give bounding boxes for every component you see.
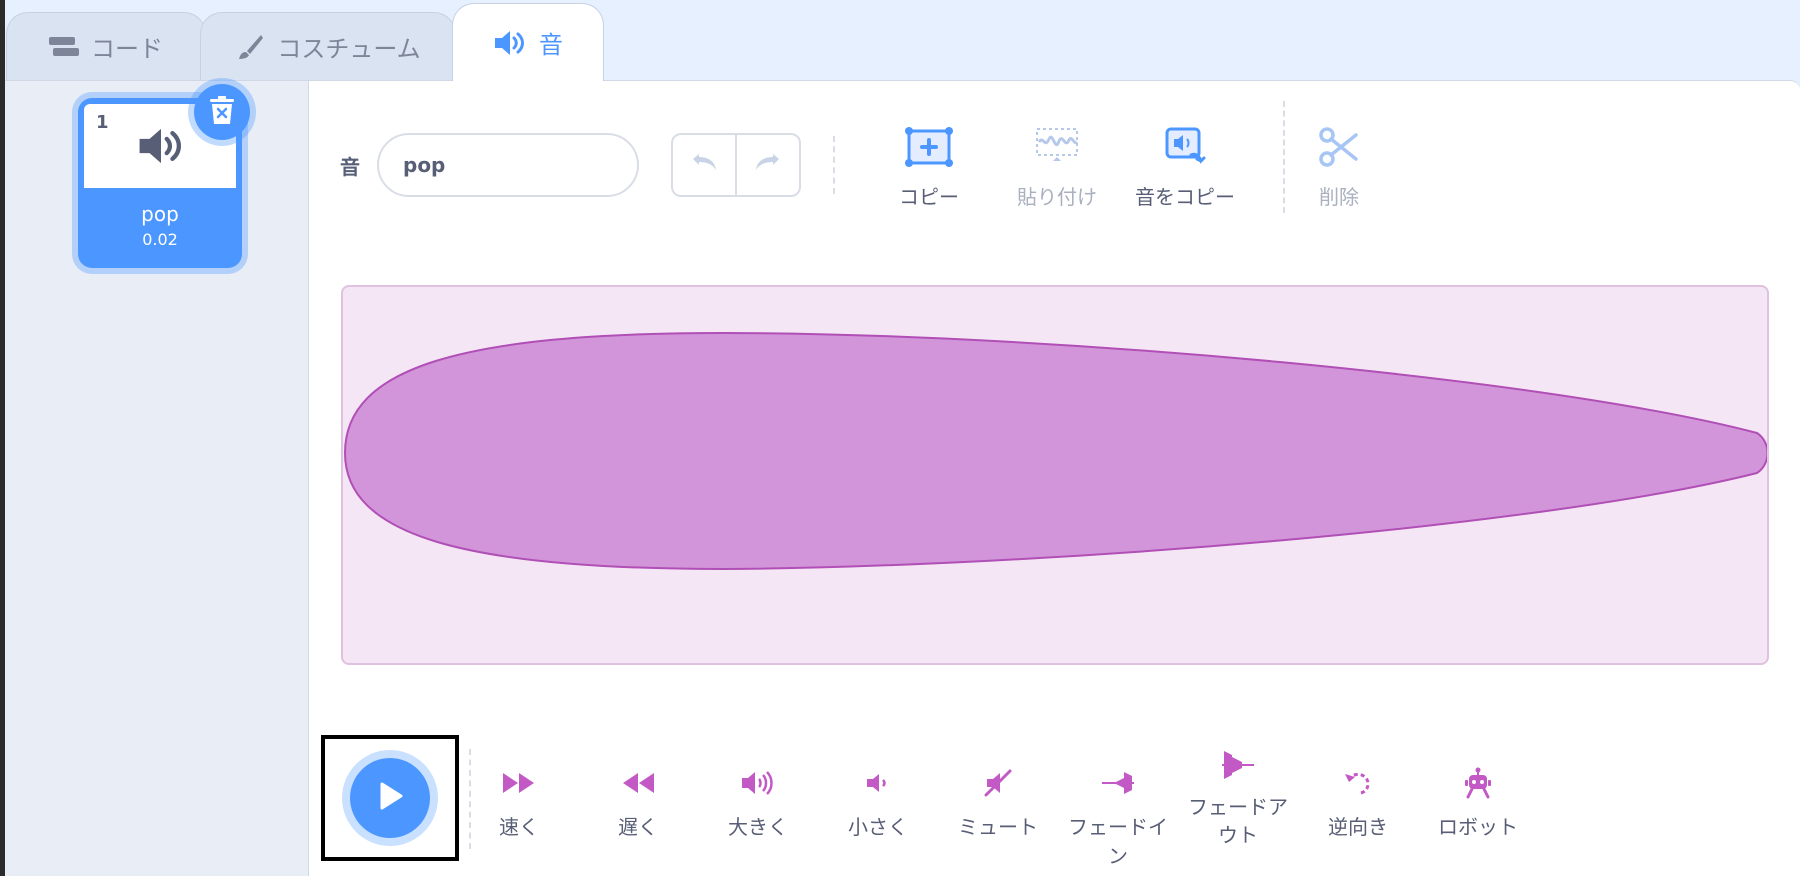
effect-faster-label: 速く (499, 815, 539, 839)
copy-label: コピー (899, 185, 959, 209)
paste-button[interactable]: 貼り付け (992, 125, 1122, 210)
delete-label: 削除 (1319, 185, 1359, 209)
effect-robot-label: ロボット (1438, 815, 1518, 839)
brush-icon (235, 32, 265, 62)
copy-button[interactable]: コピー (864, 125, 994, 210)
effect-fade-out-button[interactable]: フェードアウト (1179, 745, 1297, 849)
redo-button[interactable] (735, 135, 799, 195)
paste-label: 貼り付け (1017, 185, 1097, 209)
speaker-icon (136, 126, 186, 170)
effect-reverse-button[interactable]: 逆向き (1299, 763, 1417, 840)
tab-costumes-label: コスチューム (277, 35, 421, 63)
effect-faster-button[interactable]: 速く (460, 763, 578, 840)
effect-fade-in-button[interactable]: フェードイン (1059, 763, 1177, 869)
effect-softer-label: 小さく (848, 815, 908, 839)
code-icon (49, 35, 79, 59)
tab-code[interactable]: コード (6, 12, 206, 80)
sound-name-input[interactable] (377, 133, 639, 197)
effect-robot-button[interactable]: ロボット (1419, 763, 1537, 840)
paste-icon (1033, 127, 1081, 172)
play-button[interactable] (350, 758, 430, 838)
copy-to-new-icon (1161, 125, 1209, 174)
fade-in-icon (1100, 768, 1136, 803)
toolbar-divider (833, 136, 835, 194)
sound-editor: 音 コピー 貼り付け 音をコピー (308, 80, 1800, 876)
effect-softer-button[interactable]: 小さく (819, 763, 937, 840)
waveform-display[interactable] (341, 285, 1769, 665)
effect-mute-label: ミュート (958, 815, 1038, 839)
copy-to-new-button[interactable]: 音をコピー (1120, 125, 1250, 210)
delete-sound-button[interactable] (194, 84, 250, 140)
undo-button[interactable] (673, 135, 735, 195)
effect-fade-in-label: フェードイン (1068, 815, 1168, 868)
effect-slower-label: 遅く (618, 815, 658, 839)
copy-to-new-label: 音をコピー (1135, 185, 1235, 209)
louder-icon (740, 769, 776, 802)
tab-code-label: コード (91, 35, 163, 63)
tab-costumes[interactable]: コスチューム (200, 12, 456, 80)
waveform-shape (343, 331, 1767, 571)
sound-duration: 0.02 (142, 230, 178, 249)
delete-button[interactable]: 削除 (1274, 125, 1404, 210)
softer-icon (865, 771, 891, 800)
sound-index: 1 (96, 112, 109, 133)
play-button-highlight (321, 735, 459, 861)
effect-fade-out-label: フェードアウト (1188, 795, 1288, 847)
effect-reverse-label: 逆向き (1328, 815, 1388, 839)
robot-icon (1463, 767, 1493, 804)
effect-louder-label: 大きく (728, 815, 788, 839)
trash-icon (208, 95, 236, 129)
sound-name: pop (141, 202, 179, 226)
mute-icon (983, 769, 1013, 802)
scissors-icon (1318, 126, 1360, 173)
faster-icon (501, 770, 537, 801)
play-icon (376, 781, 404, 815)
speaker-icon (493, 29, 527, 57)
tab-sounds[interactable]: 音 (452, 3, 604, 81)
sound-list: 1 pop 0.02 (5, 80, 308, 876)
undo-redo-group (671, 133, 801, 197)
copy-icon (905, 126, 953, 172)
sound-name-label: 音 (340, 155, 360, 179)
redo-icon (753, 153, 783, 177)
undo-icon (689, 153, 719, 177)
effect-louder-button[interactable]: 大きく (699, 763, 817, 840)
fade-out-icon (1220, 749, 1256, 786)
tab-sounds-label: 音 (539, 31, 563, 59)
effect-slower-button[interactable]: 遅く (579, 763, 697, 840)
reverse-icon (1343, 768, 1373, 803)
slower-icon (620, 770, 656, 801)
effect-mute-button[interactable]: ミュート (939, 763, 1057, 840)
